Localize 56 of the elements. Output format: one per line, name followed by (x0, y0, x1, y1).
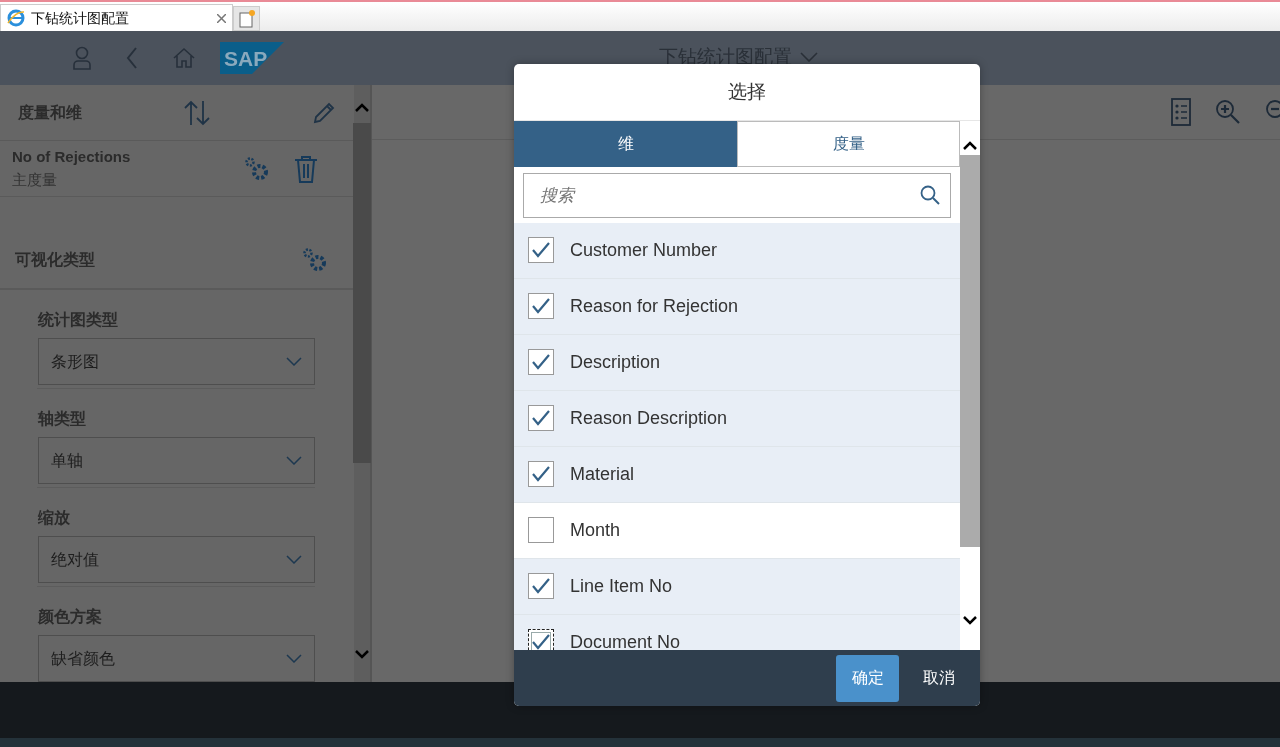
search-box[interactable]: 搜索 (523, 172, 951, 218)
settings-icon[interactable] (244, 155, 270, 182)
section-title: 可视化类型 (15, 250, 95, 270)
checkmark-icon (532, 466, 550, 483)
home-icon[interactable] (173, 47, 195, 68)
checkbox[interactable] (528, 293, 554, 320)
checkmark-icon (532, 578, 550, 595)
list-item[interactable]: Document No (514, 614, 960, 650)
cancel-button[interactable]: 取消 (907, 654, 970, 702)
checkbox[interactable] (528, 573, 554, 600)
list-item[interactable]: Line Item No (514, 558, 960, 615)
checkbox[interactable] (528, 237, 554, 264)
checkmark-icon (532, 410, 550, 427)
search-icon[interactable] (920, 185, 940, 206)
field-label: 缩放 (38, 508, 71, 528)
checkbox[interactable] (528, 517, 554, 544)
zoom-in-icon[interactable] (1215, 99, 1241, 125)
segment-tab[interactable]: 维 (514, 121, 737, 167)
checkbox[interactable] (528, 349, 554, 376)
dialog-title: 选择 (728, 79, 766, 104)
checkmark-icon (532, 354, 550, 371)
trash-icon[interactable] (294, 154, 318, 183)
checkmark-icon (532, 298, 550, 315)
list-item[interactable]: Material (514, 446, 960, 503)
field-label: 颜色方案 (38, 607, 103, 627)
list-item[interactable]: Reason for Rejection (514, 278, 960, 335)
browser-tab[interactable]: 下钻统计图配置 (0, 4, 233, 31)
close-icon[interactable] (217, 13, 226, 23)
panel-title: 度量和维 (18, 102, 82, 123)
checkbox[interactable] (528, 629, 554, 650)
checkmark-icon (532, 242, 550, 259)
list-item[interactable]: Description (514, 334, 960, 391)
browser-logo-icon (7, 9, 25, 27)
person-icon[interactable] (72, 46, 92, 70)
pencil-icon[interactable] (312, 100, 336, 125)
browser-tab-title: 下钻统计图配置 (31, 8, 130, 28)
legend-icon[interactable] (1171, 98, 1191, 126)
logo-drawing: SAP (220, 42, 284, 74)
chevron-up-icon[interactable] (963, 141, 977, 151)
back-icon[interactable] (126, 47, 138, 69)
chevron-down-icon[interactable] (963, 615, 977, 625)
settings-icon[interactable] (302, 247, 328, 273)
page-icon (238, 9, 255, 28)
list-item[interactable]: Reason Description (514, 390, 960, 447)
measure-name: No of Rejections (12, 147, 131, 167)
list-item[interactable]: Customer Number (514, 222, 960, 279)
new-tab-button[interactable] (233, 6, 260, 31)
segment-tab[interactable]: 度量 (737, 121, 960, 167)
checkbox[interactable] (528, 405, 554, 432)
checkbox[interactable] (528, 461, 554, 488)
checkmark-icon (532, 634, 550, 650)
list-item[interactable]: Month (514, 502, 960, 559)
sort-icon[interactable] (183, 99, 211, 126)
scrollbar[interactable] (960, 121, 980, 650)
field-label: 统计图类型 (38, 310, 119, 330)
field-label: 轴类型 (38, 409, 87, 429)
